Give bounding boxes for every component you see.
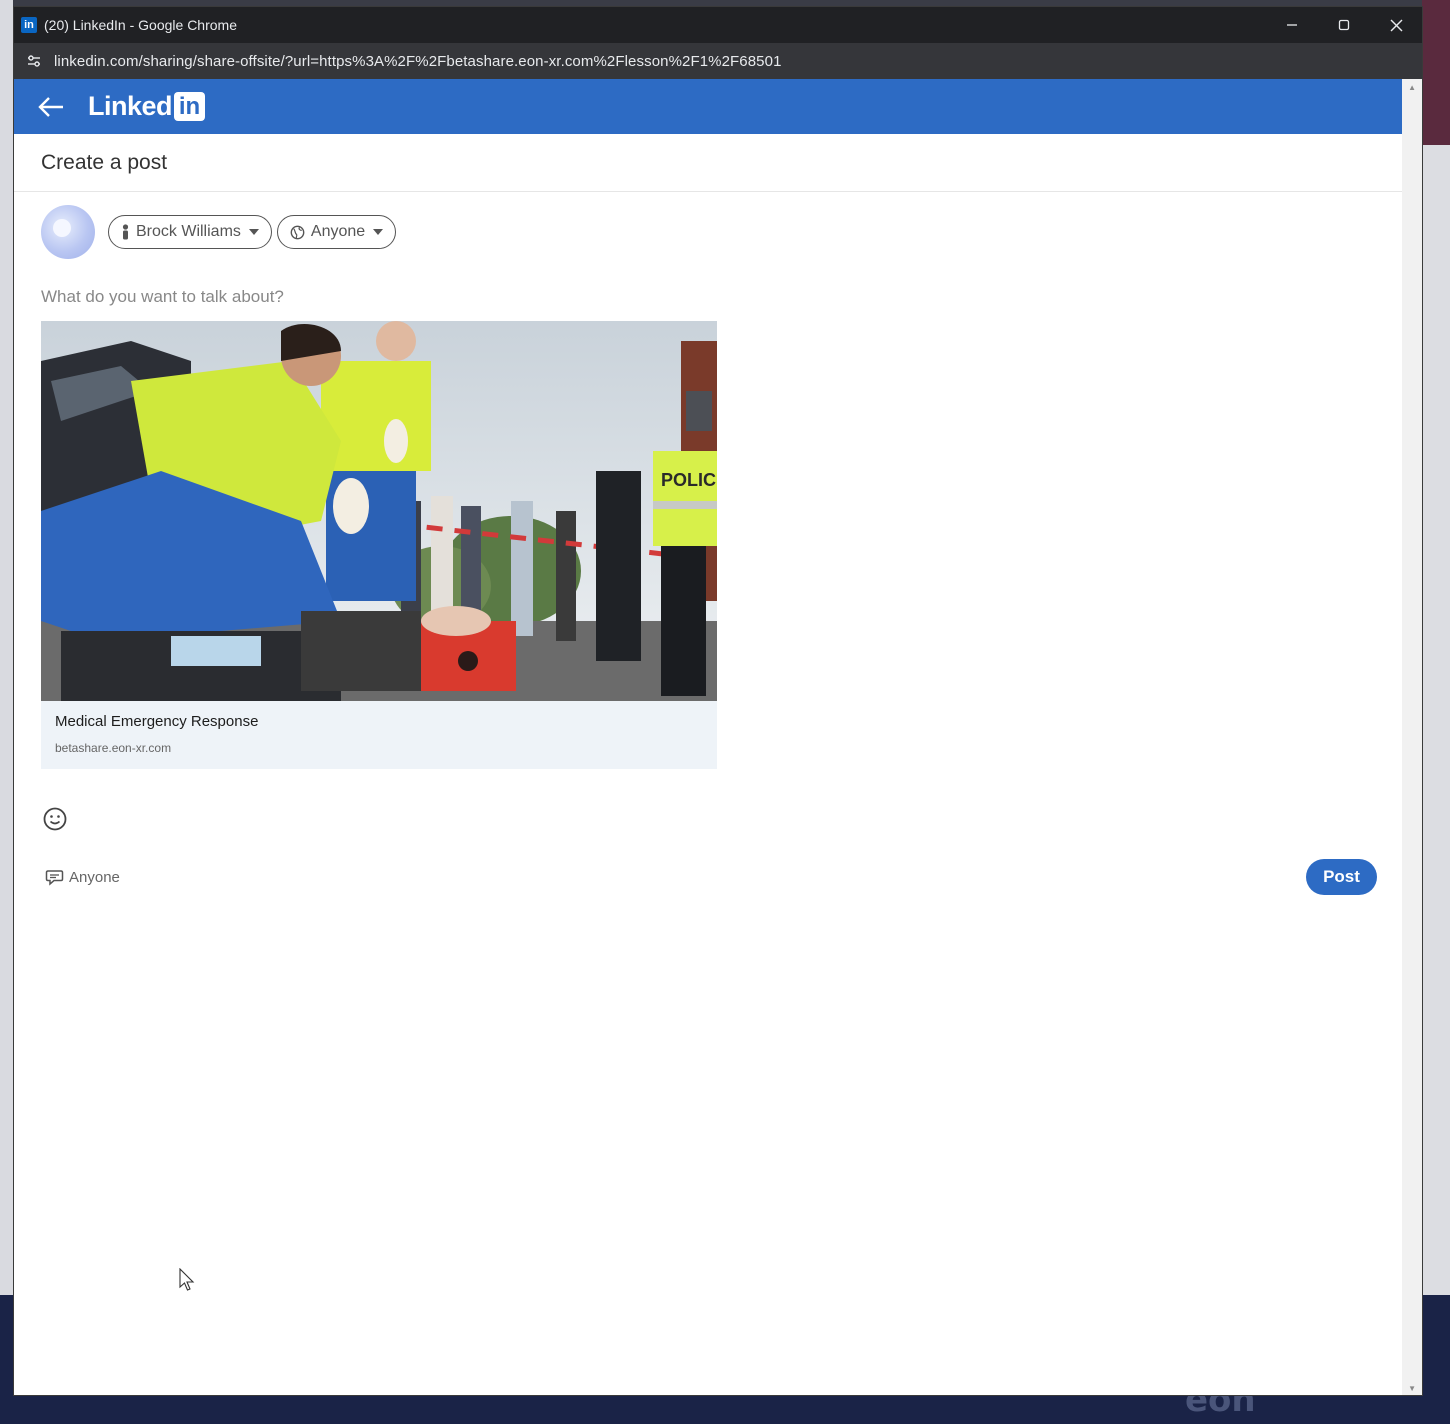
chrome-popup-window: in (20) LinkedIn - Google Chrome linkedi… [13, 6, 1423, 1396]
url-text[interactable]: linkedin.com/sharing/share-offsite/?url=… [54, 53, 782, 70]
minimize-button[interactable] [1266, 7, 1318, 43]
visibility-label: Anyone [310, 223, 366, 240]
avatar [41, 205, 95, 259]
arrow-left-icon [38, 96, 63, 117]
comment-permission-label: Anyone [69, 869, 120, 886]
author-name: Brock Williams [136, 223, 241, 240]
post-text-input[interactable] [41, 282, 1371, 312]
caret-down-icon [373, 229, 384, 235]
visibility-selector[interactable]: Anyone [276, 215, 397, 249]
background-page-body [1422, 145, 1450, 1295]
emoji-button[interactable] [42, 806, 68, 832]
minimize-icon [1287, 24, 1297, 26]
linkedin-header: Linked in [14, 79, 1404, 134]
linkedin-logo-text: Linked [88, 91, 173, 121]
author-selector[interactable]: Brock Williams [108, 215, 272, 249]
mouse-cursor-icon [179, 1268, 195, 1291]
window-controls [1266, 7, 1422, 43]
preview-domain: betashare.eon-xr.com [55, 741, 172, 755]
maximize-icon [1338, 19, 1350, 31]
page-content: Linked in Create a post Brock Williams A… [14, 79, 1422, 1395]
preview-image: POLIC [41, 321, 717, 701]
site-settings-button[interactable] [24, 51, 44, 71]
avatar-face [53, 219, 71, 237]
link-preview-card[interactable]: POLIC Medical Emergency Response betasha… [41, 321, 717, 769]
scroll-down-icon[interactable]: ▼ [1408, 1384, 1416, 1393]
comment-permission-button[interactable]: Anyone [45, 869, 120, 886]
background-page-banner [1422, 0, 1450, 145]
window-title: (20) LinkedIn - Google Chrome [44, 17, 237, 33]
linkedin-logo-box: in [174, 92, 206, 121]
address-bar: linkedin.com/sharing/share-offsite/?url=… [14, 43, 1422, 79]
post-button[interactable]: Post [1306, 859, 1377, 895]
preview-title: Medical Emergency Response [55, 713, 259, 730]
author-row: Brock Williams Anyone [41, 205, 397, 259]
globe-icon [290, 225, 305, 239]
linkedin-logo: Linked in [88, 91, 206, 122]
post-title-row: Create a post [14, 134, 1404, 192]
caret-down-icon [248, 229, 259, 235]
person-icon [122, 224, 129, 240]
tune-icon [28, 55, 40, 67]
background-page-left [0, 0, 13, 1295]
comment-icon [45, 870, 64, 886]
vertical-scrollbar[interactable]: ▲ ▼ [1402, 79, 1422, 1395]
smiley-icon [43, 807, 67, 831]
scroll-up-icon[interactable]: ▲ [1408, 83, 1416, 92]
close-window-button[interactable] [1370, 7, 1422, 43]
linkedin-favicon-icon: in [21, 17, 37, 33]
window-titlebar: in (20) LinkedIn - Google Chrome [14, 7, 1422, 43]
back-button[interactable] [36, 92, 66, 122]
page-title: Create a post [41, 150, 168, 174]
close-icon [1390, 19, 1402, 31]
police-vest-text: POLIC [661, 470, 716, 490]
maximize-button[interactable] [1318, 7, 1370, 43]
